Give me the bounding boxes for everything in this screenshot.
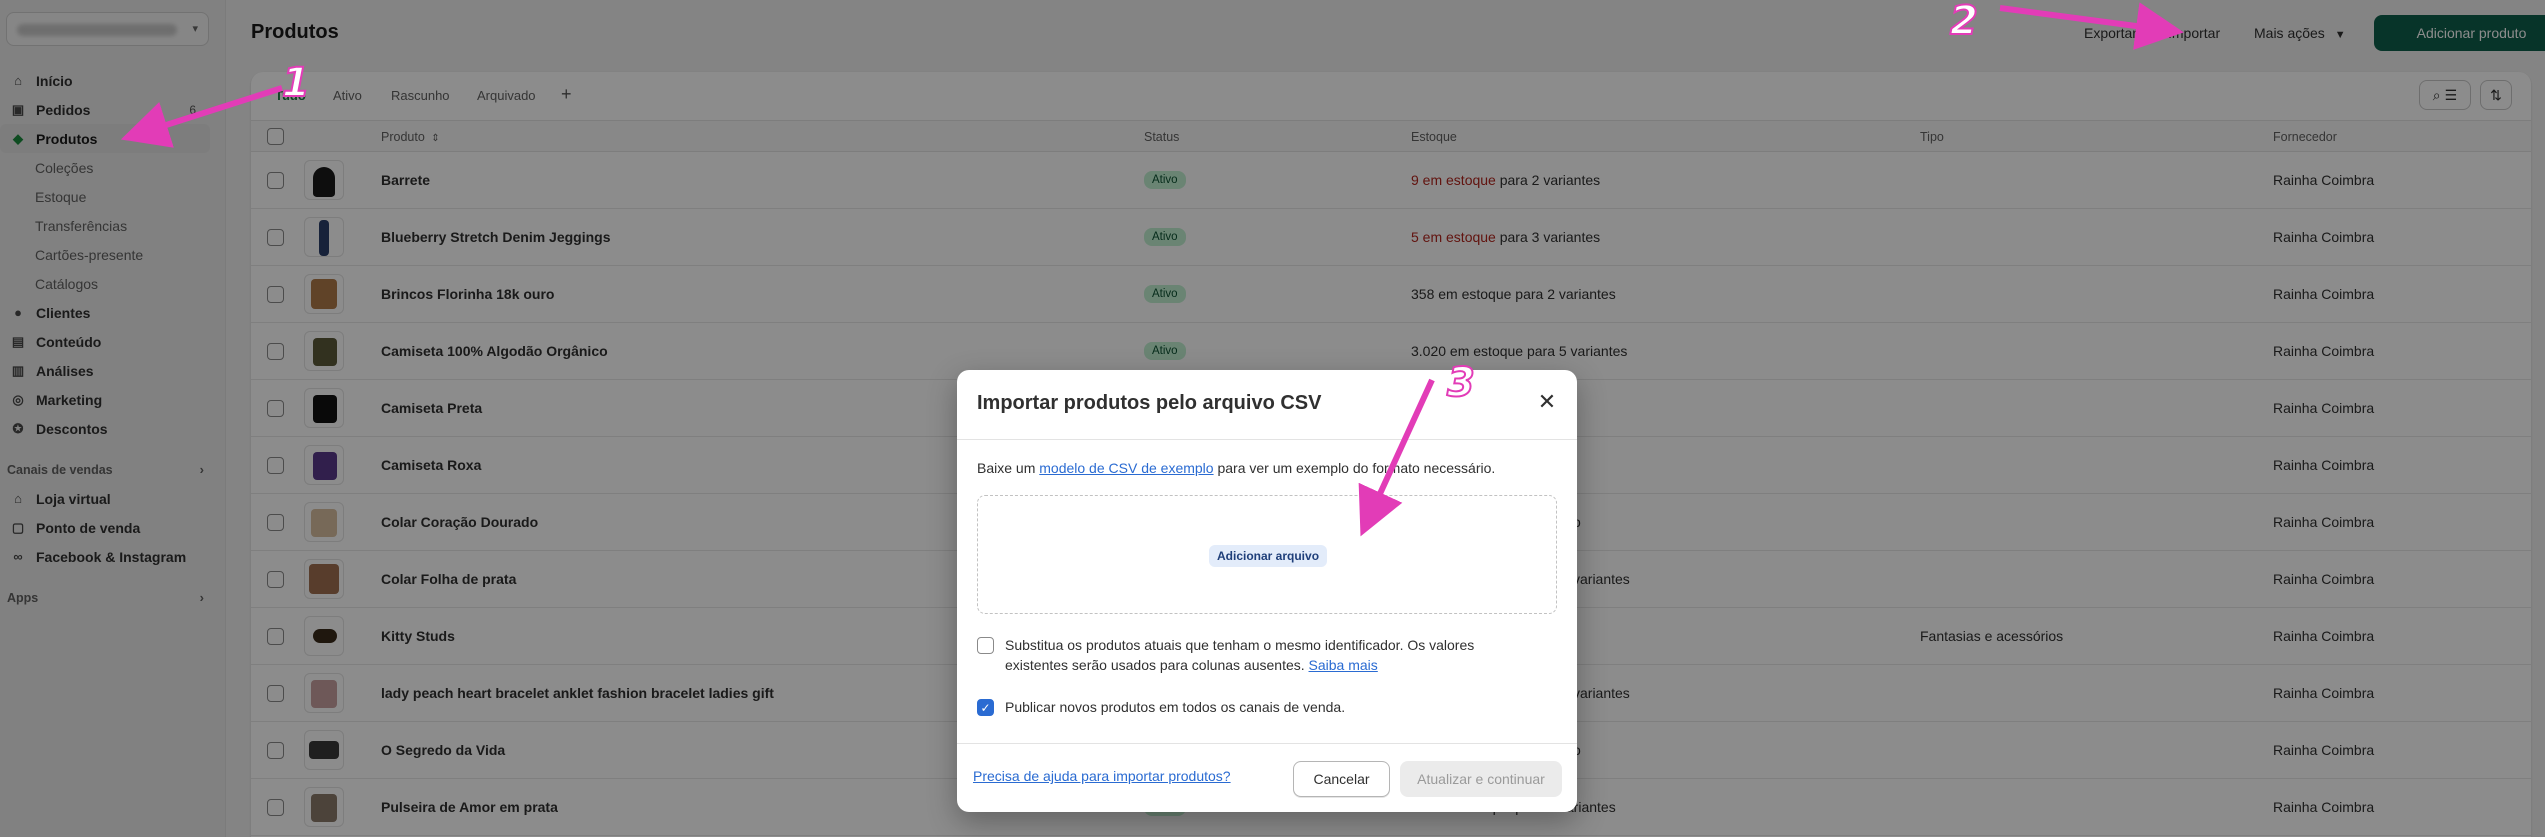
annotation-arrows xyxy=(120,2,2184,537)
annotation-arrow-2 xyxy=(1999,2,2184,50)
annotation-arrow-1 xyxy=(120,85,283,148)
annotation-number-2: 2 xyxy=(1949,0,1979,45)
annotation-number-1: 1 xyxy=(281,59,311,107)
annotation-number-3: 3 xyxy=(1446,359,1476,407)
annotation-arrow-3 xyxy=(1358,378,1435,537)
